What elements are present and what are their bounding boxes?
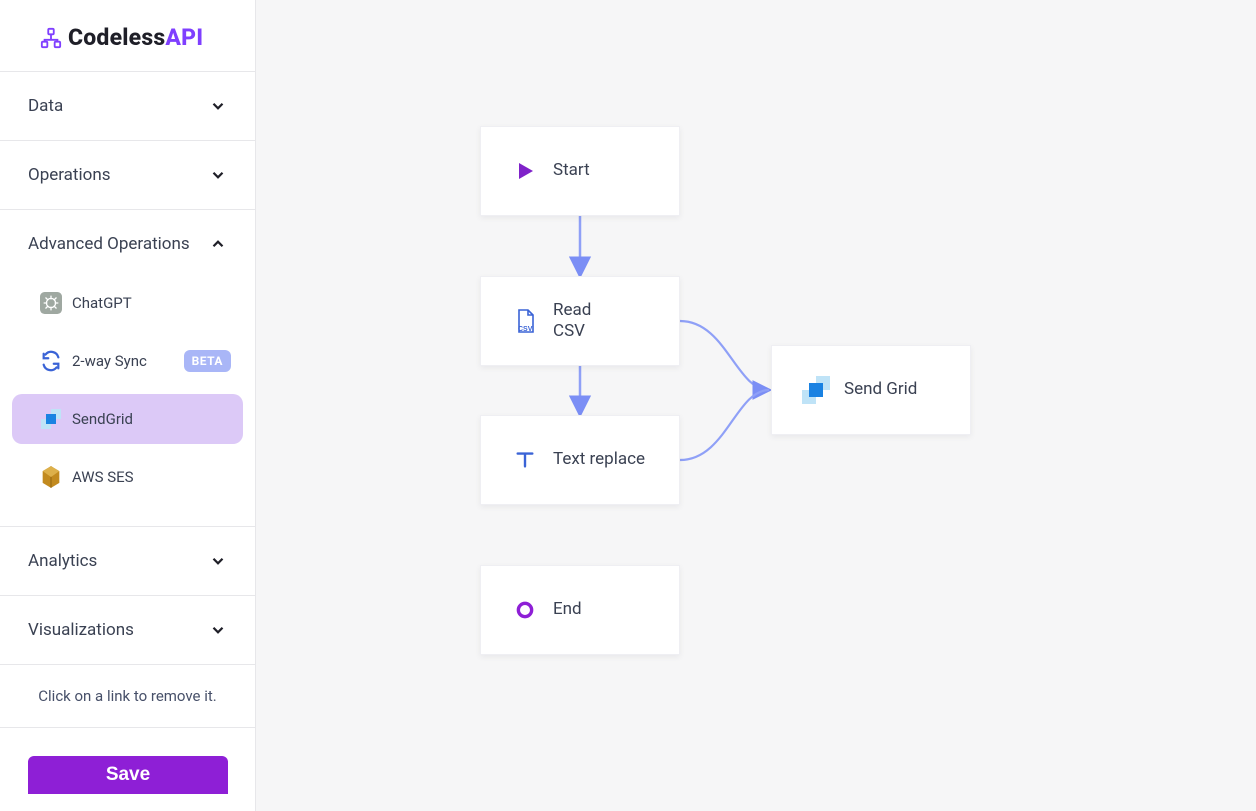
sidebar-item-chatgpt[interactable]: ChatGPT: [12, 278, 243, 328]
flow-node-send-grid[interactable]: Send Grid: [771, 345, 971, 435]
section-header-operations[interactable]: Operations: [0, 141, 255, 209]
section-label: Data: [28, 96, 63, 116]
sidebar-item-label: ChatGPT: [72, 294, 132, 312]
node-label: Text replace: [553, 449, 645, 470]
hint-text: Click on a link to remove it.: [0, 665, 255, 728]
sidebar-section-data: Data: [0, 72, 255, 141]
flow-canvas[interactable]: Start CSV Read CSV Text replace Send Gri…: [256, 0, 1256, 811]
chevron-down-icon: [209, 621, 227, 639]
sidebar-item-sendgrid[interactable]: SendGrid: [12, 394, 243, 444]
sidebar-item-2way-sync[interactable]: 2-way Sync BETA: [12, 336, 243, 386]
sitemap-icon: [40, 27, 62, 49]
sidebar-section-analytics: Analytics: [0, 527, 255, 596]
save-button[interactable]: Save: [28, 756, 228, 794]
sidebar-item-label: SendGrid: [72, 410, 133, 428]
sidebar-item-label: 2-way Sync: [72, 352, 147, 370]
chatgpt-icon: [40, 292, 62, 314]
sidebar-item-label: AWS SES: [72, 468, 134, 486]
sendgrid-icon: [40, 408, 62, 430]
svg-text:CSV: CSV: [518, 326, 533, 333]
sendgrid-icon: [802, 375, 830, 405]
sidebar-item-aws-ses[interactable]: AWS SES: [12, 452, 243, 502]
text-icon: [511, 449, 539, 471]
save-wrap: Save: [0, 728, 255, 806]
section-header-data[interactable]: Data: [0, 72, 255, 140]
section-label: Operations: [28, 165, 111, 185]
section-header-analytics[interactable]: Analytics: [0, 527, 255, 595]
flow-node-start[interactable]: Start: [480, 126, 680, 216]
flow-node-text-replace[interactable]: Text replace: [480, 415, 680, 505]
chevron-down-icon: [209, 552, 227, 570]
section-label: Visualizations: [28, 620, 134, 640]
section-label: Advanced Operations: [28, 234, 190, 254]
flow-node-end[interactable]: End: [480, 565, 680, 655]
sync-icon: [40, 350, 62, 372]
node-label: Read CSV: [553, 300, 613, 343]
node-label: Start: [553, 160, 590, 181]
section-label: Analytics: [28, 551, 97, 571]
sidebar-section-operations: Operations: [0, 141, 255, 210]
chevron-up-icon: [209, 235, 227, 253]
chevron-down-icon: [209, 166, 227, 184]
section-header-advanced[interactable]: Advanced Operations: [0, 210, 255, 278]
logo[interactable]: CodelessAPI: [0, 0, 255, 72]
beta-badge: BETA: [184, 350, 231, 372]
node-label: End: [553, 599, 582, 620]
sidebar: CodelessAPI Data Operations Advanced Ope…: [0, 0, 256, 811]
sidebar-section-advanced: Advanced Operations ChatGPT 2-way Sync B…: [0, 210, 255, 527]
logo-text: CodelessAPI: [68, 24, 203, 51]
csv-file-icon: CSV: [511, 308, 539, 334]
sidebar-section-visualizations: Visualizations: [0, 596, 255, 665]
flow-connectors: [256, 0, 1256, 811]
flow-node-read-csv[interactable]: CSV Read CSV: [480, 276, 680, 366]
node-label: Send Grid: [844, 379, 917, 400]
end-circle-icon: [511, 600, 539, 620]
aws-ses-icon: [40, 466, 62, 488]
advanced-subitems: ChatGPT 2-way Sync BETA SendGrid AWS: [0, 278, 255, 526]
chevron-down-icon: [209, 97, 227, 115]
play-icon: [511, 159, 539, 183]
section-header-visualizations[interactable]: Visualizations: [0, 596, 255, 664]
